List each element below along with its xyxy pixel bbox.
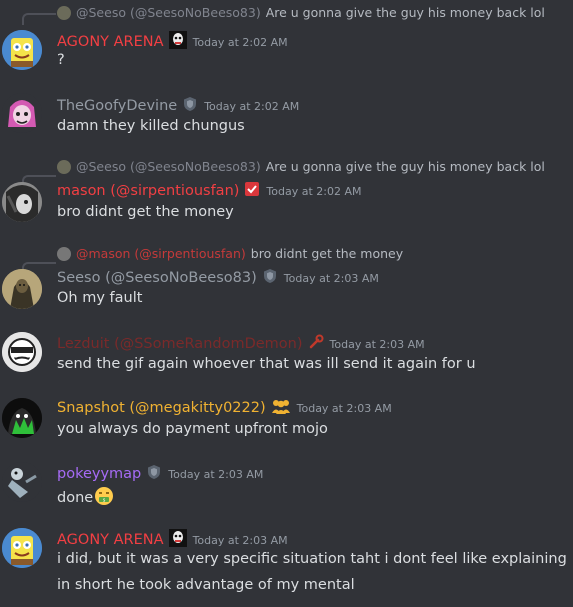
message-content: send the gif again whoever that was ill … [57,356,476,372]
shield-icon [146,464,162,484]
message-header: TheGoofyDevine Today at 2:02 AM [57,96,299,116]
avatar[interactable] [2,462,42,502]
timestamp: Today at 2:03 AM [192,533,288,547]
message-header: mason (@sirpentiousfan) Today at 2:02 AM [57,181,362,201]
message-content: in short he took advantage of my mental [57,577,355,593]
message-content: Oh my fault [57,290,143,306]
message-text: done [57,490,94,506]
timestamp: Today at 2:03 AM [168,467,264,481]
timestamp: Today at 2:02 AM [266,184,362,198]
reply-preview[interactable]: @Seeso (@SeesoNoBeeso83) Are u gonna giv… [57,5,545,20]
avatar[interactable] [2,182,42,222]
reply-author[interactable]: @Seeso (@SeesoNoBeeso83) [76,159,261,174]
timestamp: Today at 2:03 AM [329,337,425,351]
message-header: AGONY ARENA Today at 2:03 AM [57,529,288,551]
reply-preview[interactable]: @Seeso (@SeesoNoBeeso83) Are u gonna giv… [57,159,545,174]
reply-avatar [57,159,71,174]
timestamp: Today at 2:03 AM [283,271,379,285]
username[interactable]: AGONY ARENA [57,34,164,50]
reply-text: Are u gonna give the guy his money back … [265,159,545,174]
avatar[interactable] [2,93,42,133]
message-content: ? [57,52,65,68]
timestamp: Today at 2:02 AM [192,35,288,49]
username[interactable]: AGONY ARENA [57,532,164,548]
group-icon [271,398,291,418]
timestamp: Today at 2:02 AM [204,99,300,113]
message-header: pokeyymap Today at 2:03 AM [57,464,263,484]
username[interactable]: Seeso (@SeesoNoBeeso83) [57,270,257,286]
username[interactable]: Snapshot (@megakitty0222) [57,400,266,416]
reply-text: Are u gonna give the guy his money back … [265,5,545,20]
avatar[interactable] [2,332,42,372]
reply-text: bro didnt get the money [250,246,404,261]
shield-icon [262,268,278,288]
avatar[interactable] [2,528,42,568]
message-content: done $ [57,486,114,510]
role-icon [168,31,187,53]
shield-icon [182,96,198,116]
message-header: Seeso (@SeesoNoBeeso83) Today at 2:03 AM [57,268,379,288]
timestamp: Today at 2:03 AM [296,401,392,415]
money-mouth-emoji-icon: $ [94,486,114,510]
message-content: you always do payment upfront mojo [57,421,328,437]
reply-author[interactable]: @Seeso (@SeesoNoBeeso83) [76,5,261,20]
username[interactable]: TheGoofyDevine [57,98,177,114]
reply-avatar [57,5,71,20]
reply-author[interactable]: @mason (@sirpentiousfan) [76,246,246,261]
message-header: Snapshot (@megakitty0222) Today at 2:03 … [57,398,392,418]
reply-avatar [57,246,71,261]
username[interactable]: mason (@sirpentiousfan) [57,183,239,199]
message-content: damn they killed chungus [57,118,245,134]
role-icon [168,529,187,551]
wrench-icon [308,334,324,354]
avatar[interactable] [2,398,42,438]
username[interactable]: pokeyymap [57,466,141,482]
message-header: Lezduit (@SSomeRandomDemon) Today at 2:0… [57,334,425,354]
reply-spine [22,13,56,25]
avatar[interactable] [2,30,42,70]
reply-preview[interactable]: @mason (@sirpentiousfan) bro didnt get t… [57,246,403,261]
message-content: bro didnt get the money [57,204,234,220]
username[interactable]: Lezduit (@SSomeRandomDemon) [57,336,303,352]
svg-text:$: $ [103,497,106,503]
message-header: AGONY ARENA Today at 2:02 AM [57,31,288,53]
checkbox-badge-icon [244,181,260,201]
avatar[interactable] [2,269,42,309]
message-content: i did, but it was a very specific situat… [57,551,567,567]
